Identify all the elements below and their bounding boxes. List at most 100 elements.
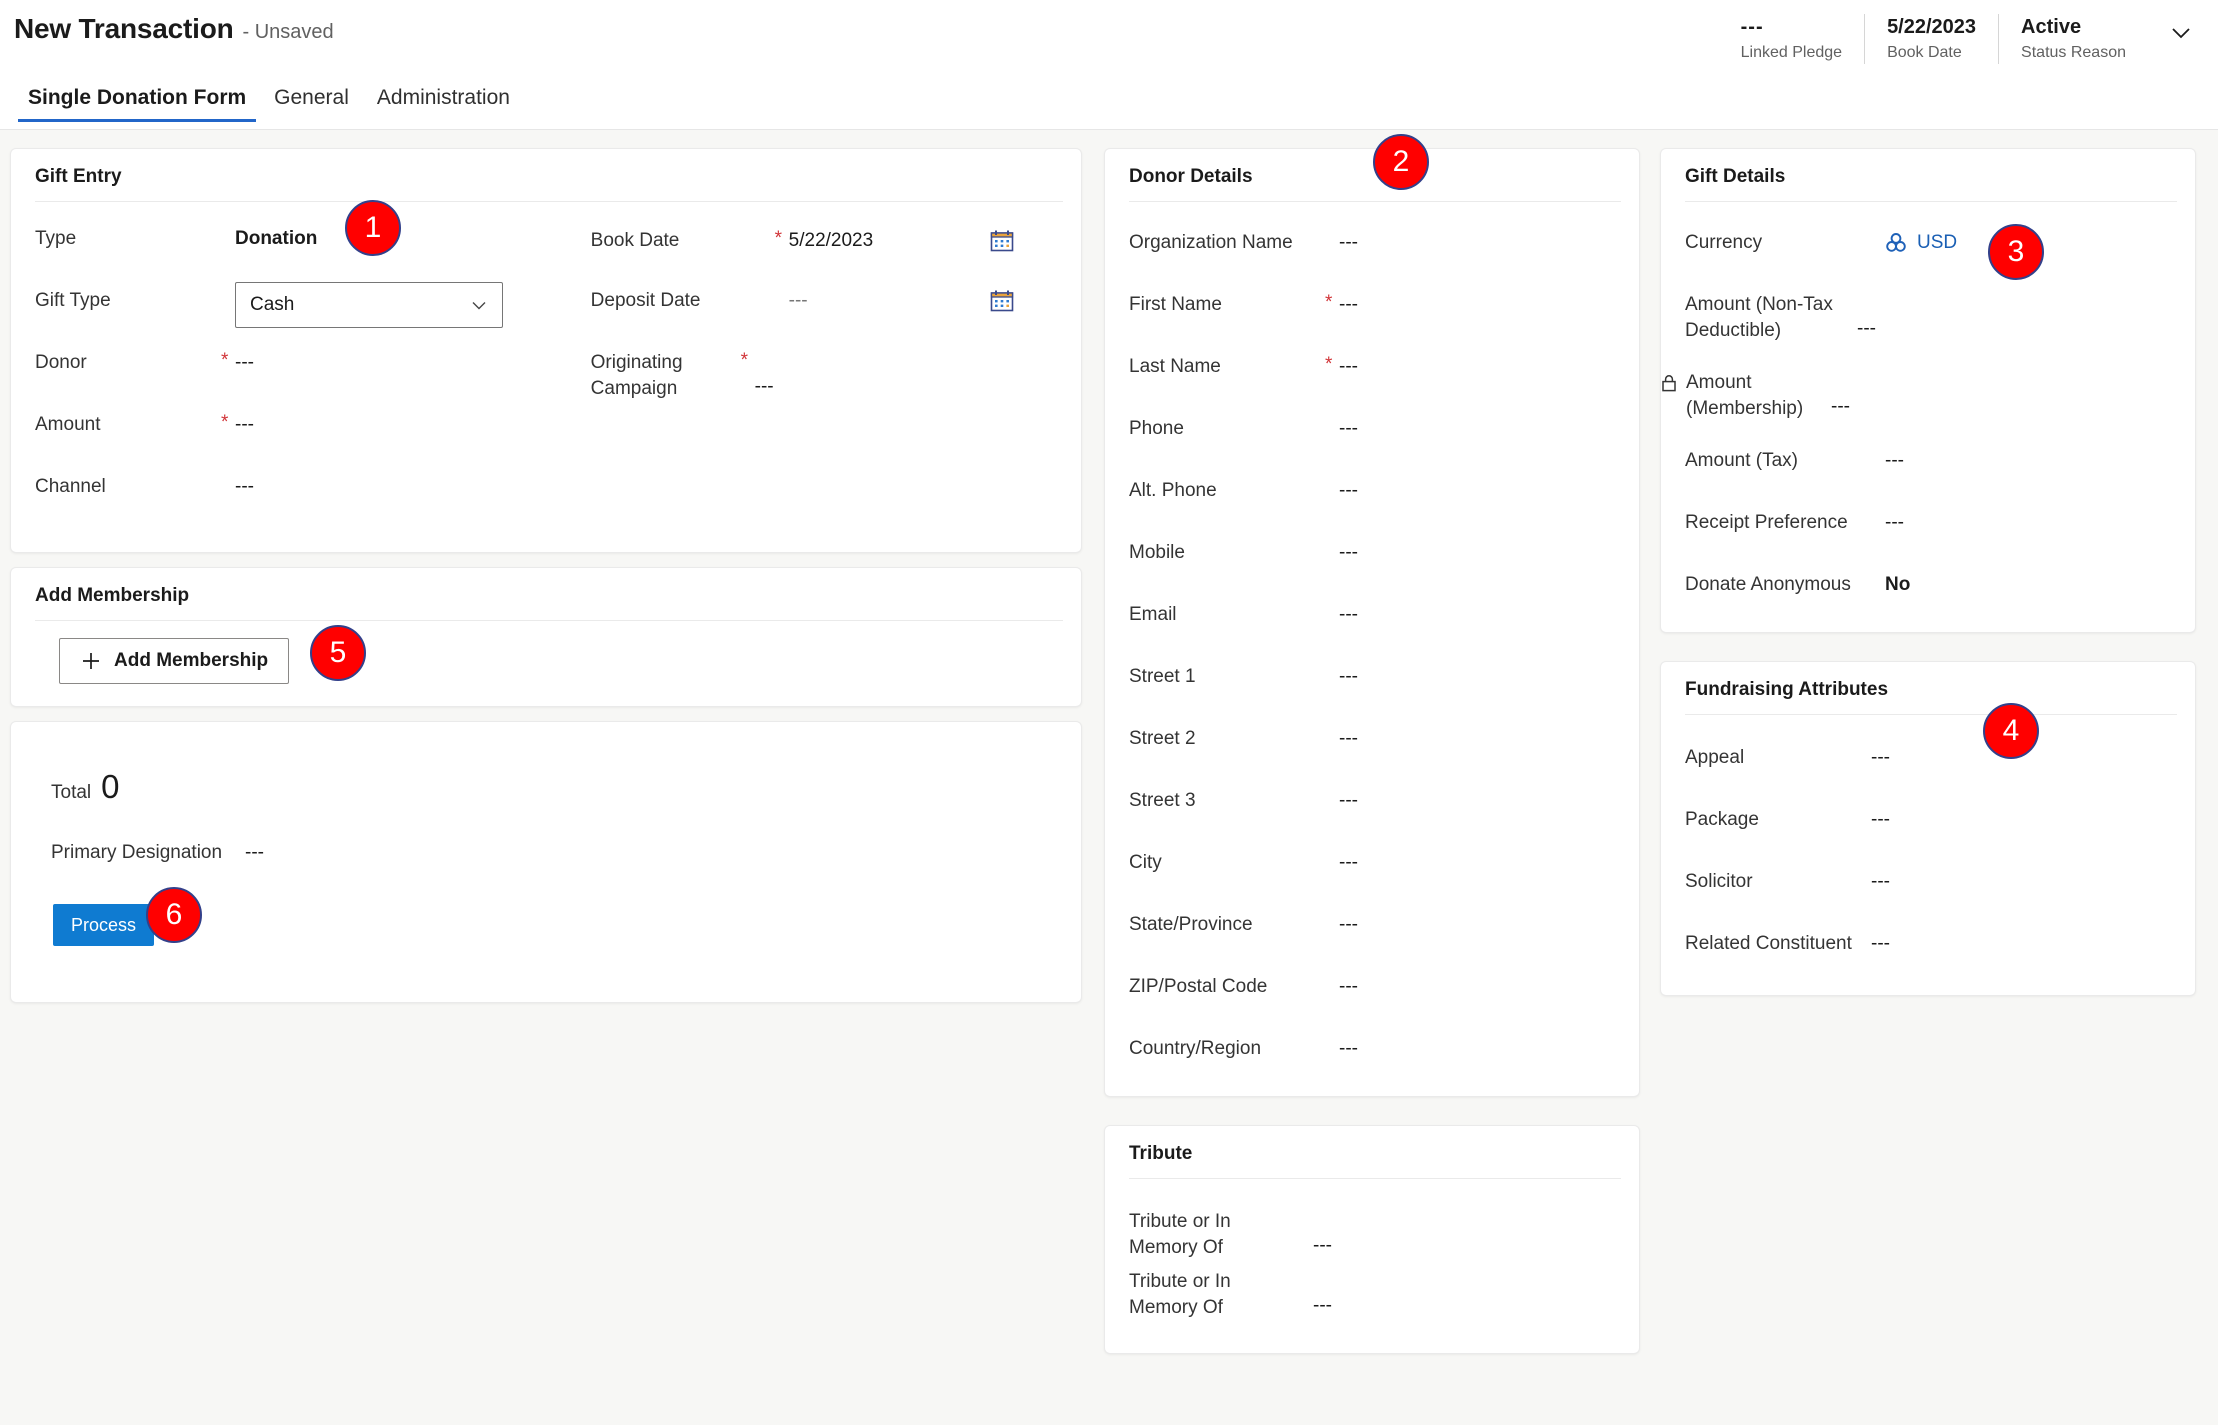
city-label: City xyxy=(1129,852,1162,873)
tribute-2-value[interactable]: --- xyxy=(1313,1263,1332,1319)
email-value[interactable]: --- xyxy=(1339,596,1358,628)
gift-entry-left-fields: Type * Donation Gift Type * Cash xyxy=(35,220,591,530)
zip-postal-code-value[interactable]: --- xyxy=(1339,968,1358,1000)
primary-designation-label: Primary Designation xyxy=(51,842,223,863)
alt-phone-value[interactable]: --- xyxy=(1339,472,1358,504)
donate-anonymous-value[interactable]: No xyxy=(1885,566,1910,598)
primary-designation-value[interactable]: --- xyxy=(245,834,264,866)
street-1-value[interactable]: --- xyxy=(1339,658,1358,690)
add-membership-button[interactable]: Add Membership xyxy=(59,638,290,684)
gift-details-card: Gift Details Currency USD Amount (Non-Ta… xyxy=(1660,148,2196,633)
donor-details-title: Donor Details xyxy=(1129,166,1253,187)
state-province-label: State/Province xyxy=(1129,914,1253,935)
last-name-value[interactable]: --- xyxy=(1339,348,1358,380)
package-label: Package xyxy=(1685,809,1759,830)
calendar-icon[interactable] xyxy=(989,222,1015,254)
amount-label: Amount xyxy=(35,414,101,435)
total-label: Total xyxy=(51,782,92,803)
field-street-2: Street 2 * --- xyxy=(1129,720,1615,782)
header-stat-linked-pledge[interactable]: --- Linked Pledge xyxy=(1719,14,1864,64)
receipt-preference-value[interactable]: --- xyxy=(1885,504,1904,536)
gift-type-select[interactable]: Cash xyxy=(235,282,503,328)
field-country-region: Country/Region * --- xyxy=(1129,1030,1615,1070)
amount-non-tax-deductible-label: Amount (Non-Tax Deductible) xyxy=(1685,294,1833,341)
required-indicator: * xyxy=(1325,968,1339,996)
annotation-badge-6: 6 xyxy=(146,887,202,943)
field-appeal: Appeal --- xyxy=(1685,739,2171,801)
street-2-value[interactable]: --- xyxy=(1339,720,1358,752)
donor-value[interactable]: --- xyxy=(235,344,254,376)
channel-value[interactable]: --- xyxy=(235,468,254,500)
amount-non-tax-deductible-value[interactable]: --- xyxy=(1857,286,1876,342)
city-value[interactable]: --- xyxy=(1339,844,1358,876)
field-city: City * --- xyxy=(1129,844,1615,906)
first-name-value[interactable]: --- xyxy=(1339,286,1358,318)
totals-card: Total 0 Primary Designation --- Process xyxy=(10,721,1082,1003)
amount-value[interactable]: --- xyxy=(235,406,254,438)
required-indicator: * xyxy=(1299,1263,1313,1291)
originating-campaign-value[interactable]: --- xyxy=(755,344,774,400)
country-region-value[interactable]: --- xyxy=(1339,1030,1358,1062)
header-stat-book-date[interactable]: 5/22/2023 Book Date xyxy=(1864,14,1998,64)
amount-tax-value[interactable]: --- xyxy=(1885,442,1904,474)
chevron-down-icon[interactable] xyxy=(2148,14,2200,64)
street-2-label: Street 2 xyxy=(1129,728,1196,749)
tab-general[interactable]: General xyxy=(260,80,363,122)
required-indicator: * xyxy=(221,468,235,496)
donate-anonymous-label: Donate Anonymous xyxy=(1685,574,1851,595)
required-indicator: * xyxy=(1325,1030,1339,1058)
related-constituent-value[interactable]: --- xyxy=(1871,925,1890,957)
required-indicator: * xyxy=(1325,292,1333,313)
tab-single-donation-form[interactable]: Single Donation Form xyxy=(14,80,260,122)
middle-column: Donor Details Organization Name * --- Fi… xyxy=(1104,148,1640,1368)
annotation-badge-1: 1 xyxy=(345,200,401,256)
last-name-label: Last Name xyxy=(1129,356,1221,377)
solicitor-value[interactable]: --- xyxy=(1871,863,1890,895)
tribute-title: Tribute xyxy=(1129,1143,1193,1164)
book-date-value[interactable]: 5/22/2023 xyxy=(789,222,989,254)
street-3-label: Street 3 xyxy=(1129,790,1196,811)
field-zip-postal-code: ZIP/Postal Code * --- xyxy=(1129,968,1615,1030)
page-title-main: New Transaction xyxy=(14,13,234,44)
street-3-value[interactable]: --- xyxy=(1339,782,1358,814)
field-donor: Donor * --- xyxy=(35,344,591,406)
phone-value[interactable]: --- xyxy=(1339,410,1358,442)
alt-phone-label: Alt. Phone xyxy=(1129,480,1217,501)
tribute-1-value[interactable]: --- xyxy=(1313,1203,1332,1259)
amount-membership-label: Amount (Membership) xyxy=(1686,372,1804,419)
annotation-badge-4: 4 xyxy=(1983,703,2039,759)
gift-details-title: Gift Details xyxy=(1685,166,1786,187)
deposit-date-value[interactable]: --- xyxy=(789,282,989,314)
field-amount-tax: Amount (Tax) --- xyxy=(1685,442,2171,504)
gift-type-label: Gift Type xyxy=(35,290,111,311)
required-indicator: * xyxy=(221,220,235,248)
required-indicator: * xyxy=(1325,224,1339,252)
required-indicator: * xyxy=(1325,844,1339,872)
status-reason-value: Active xyxy=(2021,16,2082,38)
tribute-1-label: Tribute or In Memory Of xyxy=(1129,1211,1231,1258)
country-region-label: Country/Region xyxy=(1129,1038,1262,1059)
appeal-value[interactable]: --- xyxy=(1871,739,1890,771)
currency-value-wrap[interactable]: USD xyxy=(1885,224,1957,256)
required-indicator: * xyxy=(1325,596,1339,624)
transaction-form-page: New Transaction - Unsaved --- Linked Ple… xyxy=(0,0,2218,1425)
field-phone: Phone * --- xyxy=(1129,410,1615,472)
header-stat-status-reason[interactable]: Active Status Reason xyxy=(1998,14,2148,64)
tab-administration[interactable]: Administration xyxy=(363,80,524,122)
field-tribute-2: Tribute or In Memory Of * --- xyxy=(1129,1263,1615,1323)
book-date-label: Book Date xyxy=(1887,44,1962,61)
receipt-preference-label: Receipt Preference xyxy=(1685,512,1848,533)
required-indicator: * xyxy=(1325,782,1339,810)
required-indicator: * xyxy=(1299,1203,1313,1231)
process-button[interactable]: Process xyxy=(53,904,155,946)
channel-label: Channel xyxy=(35,476,106,497)
required-indicator: * xyxy=(1325,410,1339,438)
field-amount-non-tax-deductible: Amount (Non-Tax Deductible) --- xyxy=(1685,286,2171,364)
field-book-date: Book Date * 5/22/2023 xyxy=(591,220,1057,282)
state-province-value[interactable]: --- xyxy=(1339,906,1358,938)
mobile-value[interactable]: --- xyxy=(1339,534,1358,566)
organization-name-value[interactable]: --- xyxy=(1339,224,1358,256)
field-solicitor: Solicitor --- xyxy=(1685,863,2171,925)
package-value[interactable]: --- xyxy=(1871,801,1890,833)
calendar-icon[interactable] xyxy=(989,282,1015,314)
